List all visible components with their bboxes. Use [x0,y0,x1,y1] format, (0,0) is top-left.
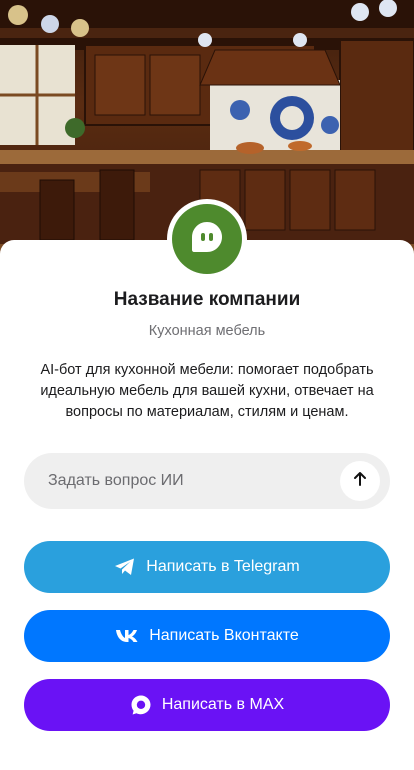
write-vk-button[interactable]: Написать Вконтакте [24,610,390,662]
company-name: Название компании [113,289,301,310]
write-max-button[interactable]: Написать в MAX [24,679,390,731]
ask-ai-input[interactable] [48,472,340,490]
send-button[interactable] [340,461,380,501]
chat-bot-icon [190,220,224,259]
company-avatar [167,199,247,279]
arrow-up-icon [352,471,368,492]
max-icon [130,694,152,716]
company-category: Кухонная мебель [148,323,266,339]
write-telegram-button[interactable]: Написать в Telegram [24,541,390,593]
vk-icon [115,629,139,643]
telegram-icon [114,557,136,577]
company-description: AI-бот для кухонной мебели: помогает под… [40,362,374,420]
avatar-badge [172,204,242,274]
write-vk-label: Написать Вконтакте [149,627,299,644]
write-telegram-label: Написать в Telegram [146,558,300,575]
ask-ai-field [24,453,390,509]
write-max-label: Написать в MAX [161,696,285,713]
